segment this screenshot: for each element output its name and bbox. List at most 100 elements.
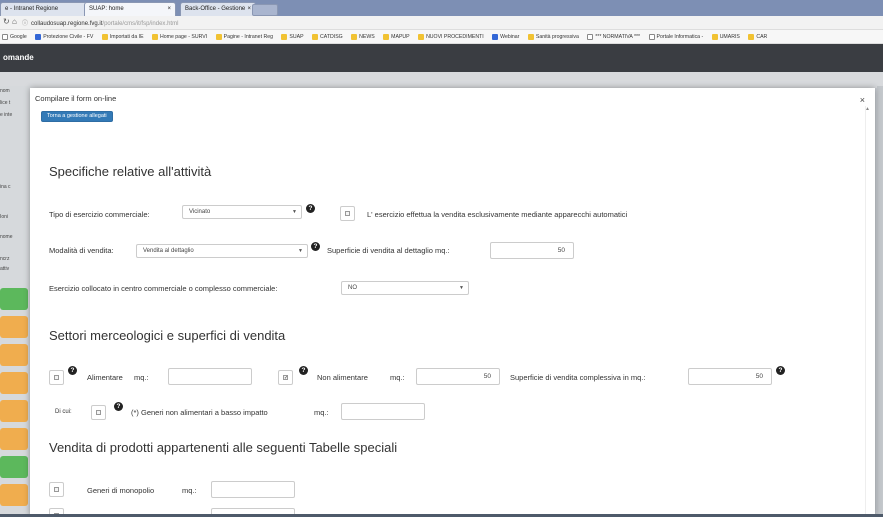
non-alimentare-label: Non alimentare [317, 373, 368, 382]
background-label: nome [0, 234, 13, 240]
folder-icon [281, 33, 288, 40]
tab-label: SUAP: home [89, 6, 124, 12]
background-edit-button[interactable] [0, 400, 28, 422]
reload-icon[interactable]: ↻ [3, 17, 10, 26]
bookmark-item[interactable]: CATDISG [312, 30, 343, 43]
modal-scrollbar[interactable] [865, 106, 871, 517]
background-label: nom [0, 88, 10, 94]
bookmark-item[interactable]: NUOVI PROCEDIMENTI [418, 30, 484, 43]
alimentare-checkbox[interactable] [49, 370, 64, 385]
basso-impatto-checkbox[interactable] [91, 405, 106, 420]
url-field[interactable]: ⓘ collaudosuap.regione.fvg.it/portale/cms… [22, 18, 178, 27]
check-icon: ✓ [283, 375, 289, 381]
background-label: ina c [0, 184, 11, 190]
back-to-attachments-button[interactable]: Torna a gestione allegati [41, 111, 113, 122]
folder-icon [351, 33, 358, 40]
browser-tab-bar: e - Intranet Regione × SUAP: home × Back-O… [0, 0, 883, 16]
select-value: Vicinato [189, 209, 211, 215]
caret-down-icon: ▼ [292, 209, 297, 215]
background-edit-button[interactable] [0, 484, 28, 506]
mq-label: mq.: [390, 373, 405, 382]
folder-icon [312, 33, 319, 40]
di-cui-label: Di cui: [55, 409, 72, 415]
home-icon[interactable]: ⌂ [12, 17, 17, 26]
help-icon[interactable]: ? [68, 366, 77, 375]
scroll-up-icon[interactable]: ▲ [865, 106, 870, 112]
section-title-sectors: Settori merceologici e superfici di vend… [49, 328, 286, 343]
modalita-vendita-label: Modalità di vendita: [49, 246, 114, 255]
bookmark-item[interactable]: UMARIS [711, 30, 740, 43]
automatici-checkbox[interactable] [340, 206, 355, 221]
checkbox-box [345, 211, 350, 216]
bookmark-item[interactable]: NEWS [351, 30, 375, 43]
superficie-dettaglio-input[interactable]: 50 [490, 242, 574, 259]
modal-title: Compilare il form on-line [35, 94, 117, 103]
background-label: attiv [0, 266, 10, 272]
background-label: Ioni [0, 214, 9, 220]
background-edit-button[interactable] [0, 344, 28, 366]
tab-close-icon[interactable]: × [247, 3, 251, 16]
browser-tab-suap-home[interactable]: SUAP: home × [84, 2, 176, 16]
bookmark-item[interactable]: SUAP [281, 30, 304, 43]
select-value: Vendita al dettaglio [143, 248, 194, 254]
url-host: collaudosuap.regione.fvg.it [31, 21, 103, 27]
monopolio-mq-input[interactable] [211, 481, 295, 498]
non-alimentare-mq-input[interactable]: 50 [416, 368, 500, 385]
bookmark-item[interactable]: Google [2, 30, 27, 43]
tab-label: Back-Office - Gestione [185, 6, 246, 12]
background-sidebar: nom lice t e inte ina c Ioni nome ncrz a… [0, 86, 32, 517]
help-icon[interactable]: ? [306, 204, 315, 213]
background-check-button[interactable] [0, 288, 28, 310]
modalita-vendita-select[interactable]: Vendita al dettaglio ▼ [136, 244, 308, 258]
background-label: ncrz [0, 256, 10, 262]
bookmark-icon [648, 33, 655, 40]
webinar-icon [492, 33, 499, 40]
superficie-complessiva-input[interactable]: 50 [688, 368, 772, 385]
folder-icon [101, 33, 108, 40]
browser-tab-back-office[interactable]: Back-Office - Gestione × [180, 2, 256, 16]
bookmark-item[interactable]: Webinar [492, 30, 519, 43]
background-label: e inte [0, 112, 13, 118]
folder-icon [748, 33, 755, 40]
bookmark-item[interactable]: Home page - SURVI [152, 30, 207, 43]
info-icon[interactable]: ⓘ [22, 21, 28, 27]
background-edit-button[interactable] [0, 428, 28, 450]
section-title-activity: Specifiche relative all'attività [49, 164, 212, 179]
close-icon[interactable]: × [860, 95, 865, 105]
help-icon[interactable]: ? [114, 402, 123, 411]
bookmark-item[interactable]: Pagine - Intranet Reg [215, 30, 273, 43]
new-tab-button[interactable] [252, 4, 278, 16]
centro-commerciale-label: Esercizio collocato in centro commercial… [49, 284, 278, 293]
bookmark-item[interactable]: Sanità progressiva [527, 30, 579, 43]
tab-close-icon[interactable]: × [167, 3, 171, 16]
tipo-esercizio-select[interactable]: Vicinato ▼ [182, 205, 302, 219]
tab-label: e - Intranet Regione [5, 6, 59, 12]
bookmark-icon [527, 33, 534, 40]
bookmark-item[interactable]: *** NORMATIVA *** [587, 30, 640, 43]
help-icon[interactable]: ? [299, 366, 308, 375]
folder-icon [383, 33, 390, 40]
background-edit-button[interactable] [0, 316, 28, 338]
bookmark-item[interactable]: Importati da IE [101, 30, 144, 43]
app-header-title: omande [3, 53, 34, 62]
page-icon [587, 33, 594, 40]
monopolio-label: Generi di monopolio [87, 486, 155, 495]
folder-icon [418, 33, 425, 40]
background-edit-button[interactable] [0, 372, 28, 394]
bookmark-item[interactable]: Protezione Civile - FV [35, 30, 93, 43]
basso-impatto-mq-input[interactable] [341, 403, 425, 420]
monopolio-checkbox[interactable] [49, 482, 64, 497]
background-check-button[interactable] [0, 456, 28, 478]
bookmark-item[interactable]: CAR [748, 30, 767, 43]
centro-commerciale-select[interactable]: NO ▼ [341, 281, 469, 295]
alimentare-mq-input[interactable] [168, 368, 252, 385]
help-icon[interactable]: ? [311, 242, 320, 251]
folder-icon [711, 33, 718, 40]
bookmark-item[interactable]: Portale Informatica - [648, 30, 703, 43]
bookmark-icon [152, 33, 158, 40]
help-icon[interactable]: ? [776, 366, 785, 375]
bookmark-item[interactable]: MAPUP [383, 30, 410, 43]
non-alimentare-checkbox[interactable]: ✓ [278, 370, 293, 385]
select-value: NO [348, 285, 357, 291]
background-label: lice t [0, 100, 11, 106]
